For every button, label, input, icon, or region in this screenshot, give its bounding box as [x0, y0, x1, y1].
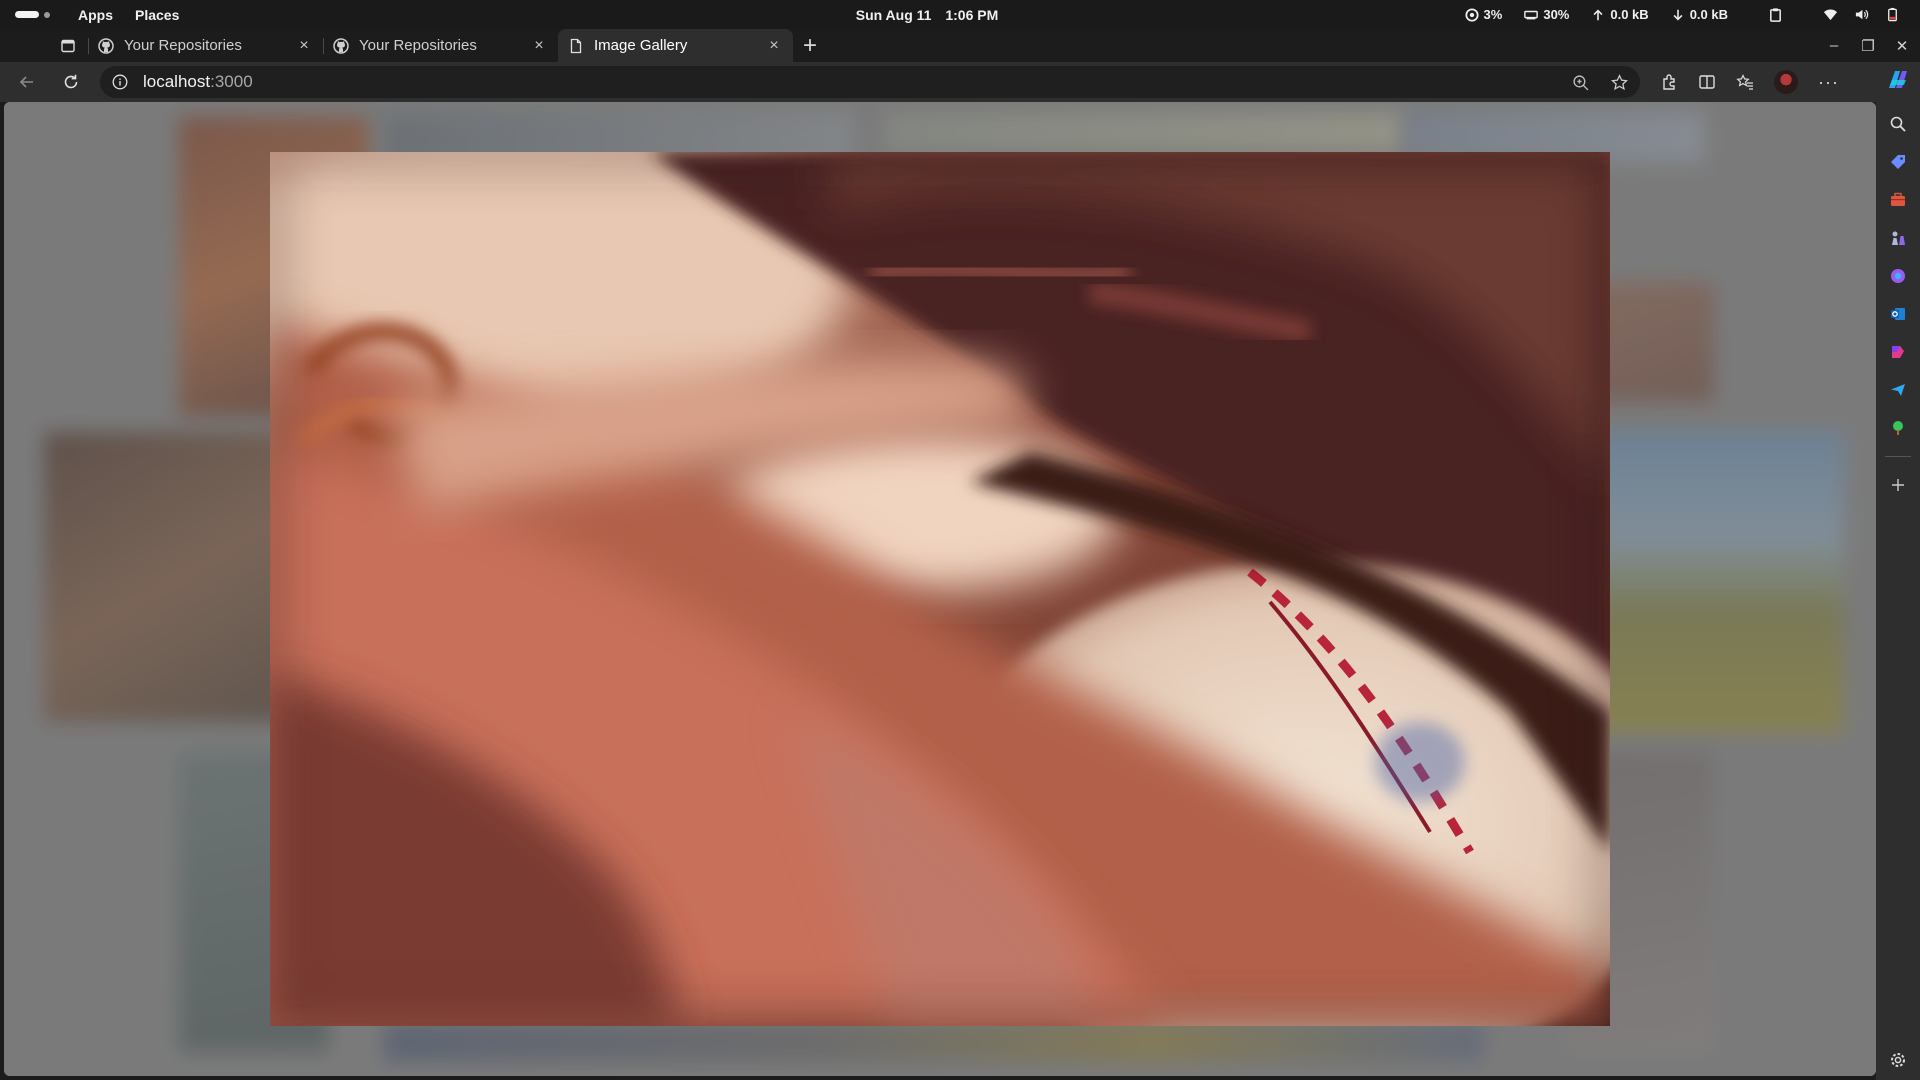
arrow-left-icon — [19, 76, 33, 88]
close-icon[interactable]: × — [765, 37, 783, 55]
places-menu[interactable]: Places — [135, 7, 179, 23]
browser-toolbar: localhost:3000 ··· — [0, 62, 1920, 102]
split-screen-icon[interactable] — [1698, 73, 1716, 91]
tools-briefcase-icon[interactable] — [1888, 190, 1908, 210]
tab-actions-button[interactable] — [48, 29, 88, 62]
reload-icon — [64, 74, 78, 89]
upload-value: 0.0 kB — [1610, 7, 1649, 22]
tab-your-repositories-1[interactable]: Your Repositories × — [88, 29, 323, 62]
tab-strip: Your Repositories × Your Repositories × … — [0, 29, 1920, 62]
extensions-icon[interactable] — [1660, 73, 1678, 91]
url-port: :3000 — [210, 72, 253, 91]
clock-date[interactable]: Sun Aug 11 — [856, 7, 932, 23]
memory-icon — [1524, 10, 1539, 19]
volume-icon[interactable] — [1854, 7, 1869, 22]
more-options-button[interactable]: ··· — [1818, 72, 1839, 93]
system-indicators: 3% 30% 0.0 kB 0.0 kB — [1464, 0, 1900, 29]
games-chess-icon[interactable] — [1888, 228, 1908, 248]
add-sidebar-app-icon[interactable] — [1888, 475, 1908, 495]
outlook-icon[interactable] — [1888, 304, 1908, 324]
zoom-icon[interactable] — [1572, 74, 1589, 91]
shopping-tag-icon[interactable] — [1888, 152, 1908, 172]
close-icon[interactable]: × — [530, 37, 548, 55]
sidebar-search-icon[interactable] — [1888, 114, 1908, 134]
github-icon — [98, 37, 114, 54]
edge-sidebar — [1876, 102, 1920, 1080]
arrow-up-icon — [1593, 9, 1603, 20]
back-button[interactable] — [10, 65, 44, 99]
favorites-icon[interactable] — [1736, 73, 1754, 91]
copilot-icon[interactable] — [1884, 66, 1912, 94]
sidebar-settings-icon[interactable] — [1888, 1050, 1908, 1070]
cpu-indicator[interactable]: 3% — [1464, 7, 1503, 22]
apps-menu[interactable]: Apps — [78, 7, 113, 23]
send-icon[interactable] — [1888, 380, 1908, 400]
clipboard-icon[interactable] — [1768, 7, 1783, 22]
github-icon — [333, 37, 349, 54]
download-indicator[interactable]: 0.0 kB — [1671, 7, 1728, 22]
system-top-bar: Apps Places Sun Aug 11 1:06 PM 3% 30% 0.… — [0, 0, 1920, 29]
url-host: localhost — [143, 72, 211, 91]
tab-title: Your Repositories — [359, 37, 477, 54]
copilot-chat-icon[interactable] — [1888, 266, 1908, 286]
tab-title: Image Gallery — [594, 37, 688, 54]
cpu-icon — [1464, 7, 1479, 22]
tab-your-repositories-2[interactable]: Your Repositories × — [323, 29, 558, 62]
arrow-down-icon — [1673, 9, 1683, 20]
memory-indicator[interactable]: 30% — [1524, 7, 1569, 22]
close-window-icon[interactable]: ✕ — [1894, 38, 1910, 55]
upload-indicator[interactable]: 0.0 kB — [1591, 7, 1649, 22]
favorite-star-icon[interactable] — [1611, 73, 1628, 91]
close-icon[interactable]: × — [295, 37, 313, 55]
address-bar[interactable]: localhost:3000 — [100, 66, 1640, 98]
sidebar-divider — [1885, 456, 1911, 457]
clock-time[interactable]: 1:06 PM — [945, 7, 998, 23]
profile-avatar[interactable] — [1774, 70, 1798, 94]
download-value: 0.0 kB — [1689, 7, 1728, 22]
reload-button[interactable] — [54, 65, 88, 99]
designer-icon[interactable] — [1888, 342, 1908, 362]
window-controls: – ❐ ✕ — [1826, 29, 1910, 62]
minimize-icon[interactable]: – — [1826, 37, 1842, 54]
page-icon — [570, 38, 582, 53]
workspace-indicator-active — [15, 11, 39, 18]
tab-actions-icon — [61, 39, 75, 52]
activities-button[interactable] — [15, 11, 63, 18]
restore-icon[interactable]: ❐ — [1860, 38, 1876, 55]
battery-icon[interactable] — [1885, 7, 1900, 22]
wifi-icon[interactable] — [1823, 7, 1838, 22]
info-icon[interactable] — [112, 74, 128, 90]
tab-image-gallery[interactable]: Image Gallery × — [558, 29, 793, 62]
toolbar-actions: ··· — [1660, 70, 1839, 94]
memory-value: 30% — [1543, 7, 1570, 22]
tree-icon[interactable] — [1888, 418, 1908, 438]
page-viewport — [4, 102, 1876, 1076]
new-tab-button[interactable]: + — [793, 29, 827, 62]
tab-title: Your Repositories — [124, 37, 242, 54]
baseball-photo — [270, 152, 1610, 1026]
lightbox-image[interactable] — [270, 152, 1610, 1026]
cpu-value: 3% — [1483, 7, 1503, 22]
workspace-indicator — [44, 11, 50, 18]
